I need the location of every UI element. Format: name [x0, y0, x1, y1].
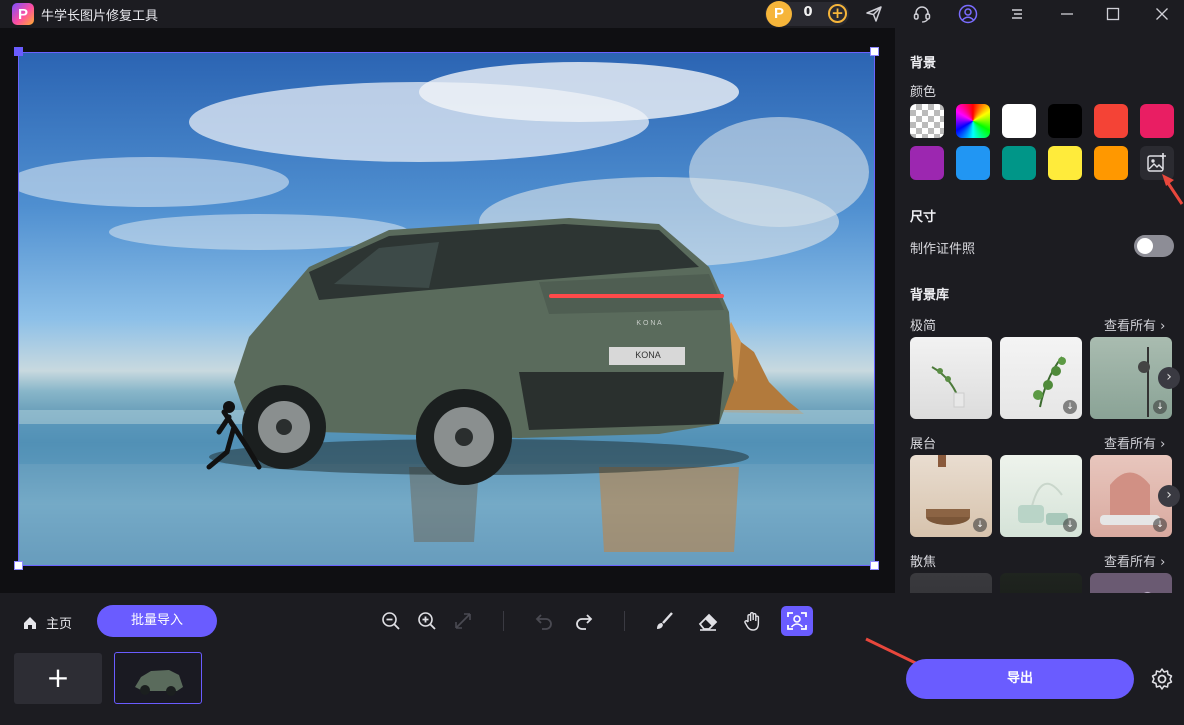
- zoom-in-icon[interactable]: [413, 607, 441, 635]
- brush-icon[interactable]: [650, 607, 678, 635]
- export-button[interactable]: 导出: [906, 659, 1134, 699]
- gear-icon[interactable]: [1150, 667, 1174, 691]
- download-icon: ↓: [1153, 400, 1167, 414]
- brand-text: K O N A: [636, 320, 662, 327]
- swatch-red[interactable]: [1094, 104, 1128, 138]
- undo-icon[interactable]: [530, 607, 558, 635]
- bg-thumb[interactable]: [1090, 573, 1172, 593]
- category-stage-label: 展台: [910, 437, 937, 452]
- size-title: 尺寸: [910, 210, 937, 225]
- id-photo-toggle[interactable]: [1134, 235, 1174, 257]
- library-title: 背景库: [910, 288, 950, 303]
- bg-thumb[interactable]: ↓: [910, 455, 992, 537]
- swatch-rainbow[interactable]: [956, 104, 990, 138]
- swatch-pink[interactable]: [1140, 104, 1174, 138]
- divider: [624, 611, 625, 631]
- swatch-orange[interactable]: [1094, 146, 1128, 180]
- download-icon: ↓: [1063, 518, 1077, 532]
- user-icon[interactable]: [956, 2, 980, 26]
- app-logo: P: [12, 3, 34, 25]
- title-bar: P 牛学长图片修复工具 P 0 +: [0, 0, 1184, 28]
- zoom-out-icon[interactable]: [377, 607, 405, 635]
- home-icon: [24, 616, 36, 629]
- category-bokeh-label: 散焦: [910, 555, 937, 570]
- see-all-stage-link[interactable]: 查看所有 ›: [1104, 433, 1165, 452]
- bg-thumb[interactable]: [910, 337, 992, 419]
- coin-count: 0: [803, 5, 813, 20]
- home-button[interactable]: 主页: [22, 613, 72, 632]
- batch-import-button[interactable]: 批量导入: [97, 605, 217, 637]
- swatch-white[interactable]: [1002, 104, 1036, 138]
- home-label: 主页: [46, 617, 73, 632]
- redo-icon[interactable]: [570, 607, 598, 635]
- upload-image-button[interactable]: [1140, 146, 1174, 180]
- swatch-transparent[interactable]: [910, 104, 944, 138]
- image-thumbnail[interactable]: [114, 652, 202, 704]
- resize-handle-bottom-left[interactable]: [14, 561, 23, 570]
- see-all-minimal-link[interactable]: 查看所有 ›: [1104, 315, 1165, 334]
- category-minimal-label: 极简: [910, 319, 937, 334]
- carousel-next-button[interactable]: ›: [1158, 367, 1180, 389]
- hand-icon[interactable]: [739, 607, 767, 635]
- resize-handle-top-right[interactable]: [870, 47, 879, 56]
- image-add-icon: [1147, 153, 1166, 172]
- divider: [503, 611, 504, 631]
- swatch-purple[interactable]: [910, 146, 944, 180]
- app-title: 牛学长图片修复工具: [41, 9, 159, 24]
- color-label: 颜色: [910, 85, 937, 100]
- swatch-yellow[interactable]: [1048, 146, 1082, 180]
- swatch-teal[interactable]: [1002, 146, 1036, 180]
- id-photo-label: 制作证件照: [910, 242, 976, 257]
- bg-thumb[interactable]: ↓: [1000, 455, 1082, 537]
- close-icon[interactable]: [1150, 2, 1174, 26]
- download-icon: ↓: [1063, 400, 1077, 414]
- add-coins-button[interactable]: +: [828, 4, 847, 23]
- background-panel: 背景 颜色 尺寸 制作证件照 背景库 极简 查看所有 › ↓ ↓ › 展台 查看…: [895, 28, 1184, 593]
- bg-thumb[interactable]: ↓: [1000, 337, 1082, 419]
- maximize-icon[interactable]: [1101, 2, 1125, 26]
- edited-photo[interactable]: KONA K O N A: [19, 52, 875, 566]
- menu-icon[interactable]: [1005, 2, 1029, 26]
- swatch-blue[interactable]: [956, 146, 990, 180]
- send-icon[interactable]: [862, 2, 886, 26]
- bg-thumb[interactable]: [1000, 573, 1082, 593]
- headset-icon[interactable]: [910, 2, 934, 26]
- background-title: 背景: [910, 56, 937, 71]
- bg-thumb[interactable]: [910, 573, 992, 593]
- plate-text: KONA: [635, 350, 661, 360]
- minimize-icon[interactable]: [1055, 2, 1079, 26]
- coin-icon: P: [766, 1, 792, 27]
- resize-handle-bottom-right[interactable]: [870, 561, 879, 570]
- download-icon: ↓: [973, 518, 987, 532]
- carousel-next-button[interactable]: ›: [1158, 485, 1180, 507]
- download-icon: ↓: [1153, 518, 1167, 532]
- see-all-bokeh-link[interactable]: 查看所有 ›: [1104, 551, 1165, 570]
- add-image-button[interactable]: +: [14, 653, 102, 704]
- portrait-icon[interactable]: [781, 606, 813, 636]
- eraser-icon[interactable]: [694, 607, 722, 635]
- bottom-bar: 主页 批量导入 + 导出: [0, 593, 1184, 725]
- fit-icon[interactable]: [449, 607, 477, 635]
- resize-handle-top-left[interactable]: [14, 47, 23, 56]
- swatch-black[interactable]: [1048, 104, 1082, 138]
